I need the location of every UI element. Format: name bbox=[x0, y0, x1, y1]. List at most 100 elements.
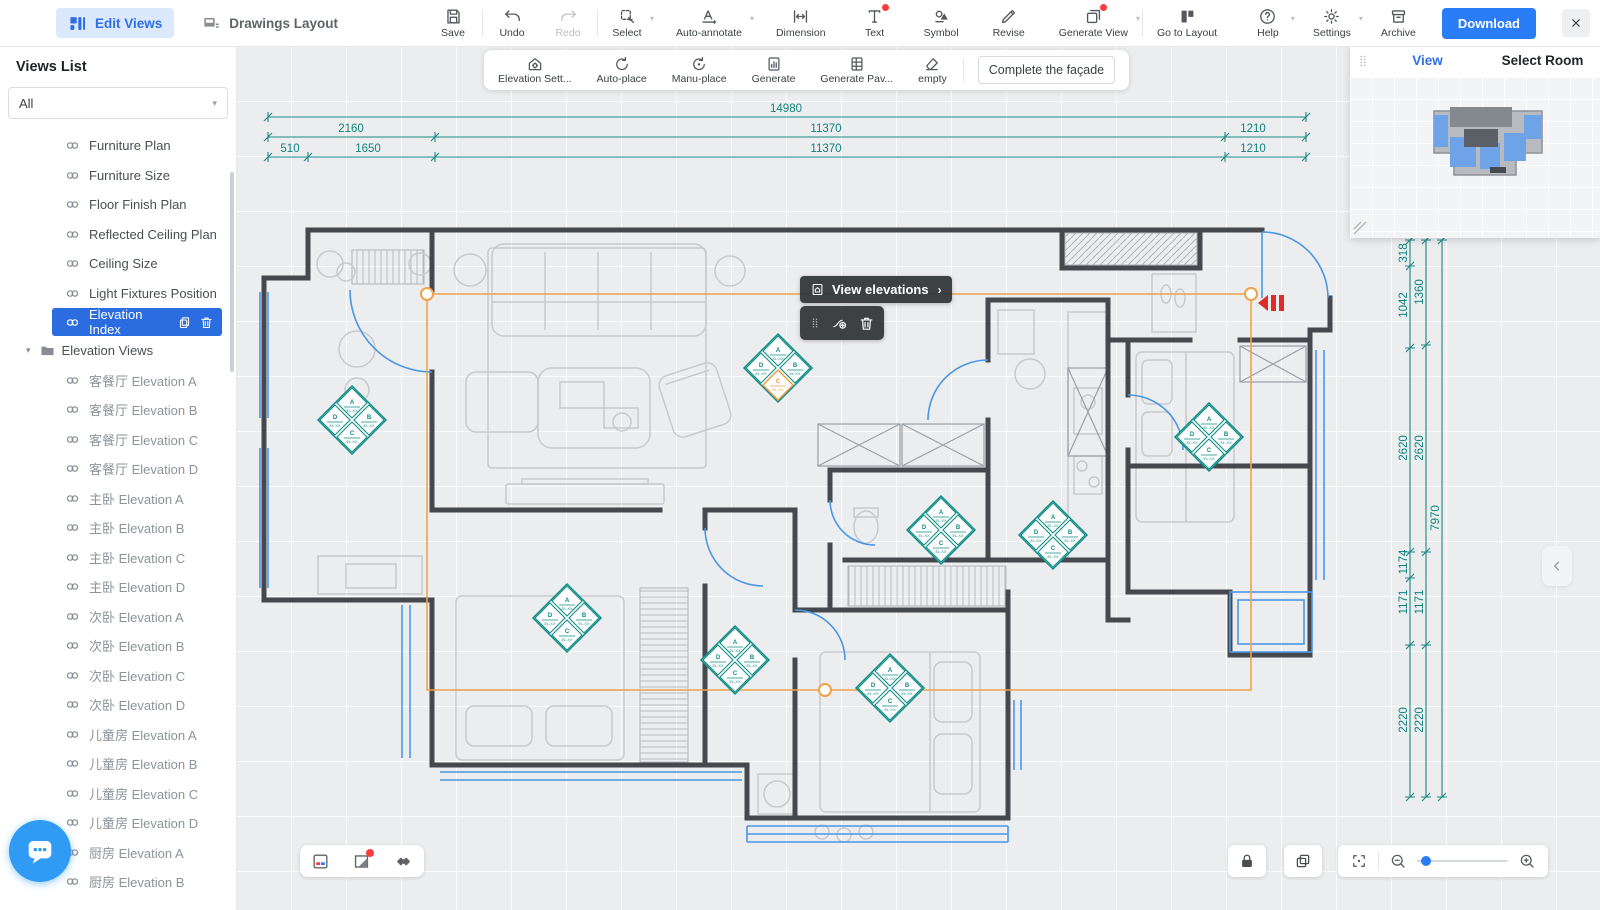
elevation-index-button[interactable]: Elevation Index bbox=[52, 308, 222, 336]
help-button[interactable]: ▾ Help bbox=[1253, 7, 1283, 39]
legend-image-icon[interactable] bbox=[311, 852, 330, 871]
redo-button[interactable]: Redo bbox=[553, 7, 583, 39]
zoom-slider[interactable] bbox=[1417, 860, 1508, 862]
chevron-down-icon: ▾ bbox=[212, 98, 217, 109]
node-tool-icon[interactable] bbox=[394, 852, 413, 871]
elevation-a-button[interactable]: 主卧 Elevation A bbox=[0, 484, 236, 514]
elevation-d-button[interactable]: 次卧 Elevation D bbox=[0, 690, 236, 720]
link-icon bbox=[64, 372, 81, 389]
link-icon bbox=[64, 137, 81, 154]
download-button[interactable]: Download bbox=[1442, 8, 1536, 39]
edit-views-button[interactable]: Edit Views bbox=[56, 8, 174, 38]
settings-button[interactable]: ▾ Settings bbox=[1313, 7, 1351, 39]
archive-button[interactable]: Archive bbox=[1381, 7, 1416, 39]
elevation-d-button[interactable]: 客餐厅 Elevation D bbox=[0, 454, 236, 484]
elevation-b-button[interactable]: 客餐厅 Elevation B bbox=[0, 395, 236, 425]
elevation-a-button[interactable]: 次卧 Elevation A bbox=[0, 602, 236, 632]
duplicate-button[interactable] bbox=[1284, 845, 1322, 877]
link-icon bbox=[64, 226, 81, 243]
furniture-plan-button[interactable]: Furniture Plan bbox=[0, 131, 236, 161]
link-icon bbox=[64, 196, 81, 213]
divider bbox=[1378, 852, 1379, 870]
chat-support-button[interactable] bbox=[9, 820, 71, 882]
drawings-layout-button[interactable]: Drawings Layout bbox=[190, 8, 350, 38]
symbol-button[interactable]: Symbol bbox=[924, 7, 959, 39]
drag-handle-icon[interactable] bbox=[1356, 52, 1370, 70]
undo-icon bbox=[503, 7, 522, 26]
trash-icon[interactable] bbox=[858, 315, 875, 332]
elevation-d-button[interactable]: 主卧 Elevation D bbox=[0, 572, 236, 602]
link-icon bbox=[64, 285, 81, 302]
zoom-slider-knob[interactable] bbox=[1421, 856, 1431, 866]
auto-place-button[interactable]: Auto-place bbox=[597, 55, 647, 85]
view-button[interactable]: View bbox=[1370, 45, 1485, 77]
furniture-size-button[interactable]: Furniture Size bbox=[0, 161, 236, 191]
elevation-views-button[interactable]: ▾ Elevation Views bbox=[0, 336, 236, 366]
views-filter-select[interactable]: All ▾ bbox=[8, 87, 228, 119]
elevation-a-button[interactable]: 客餐厅 Elevation A bbox=[0, 366, 236, 396]
elevation-sett-button[interactable]: Elevation Sett... bbox=[498, 55, 572, 85]
manu-place-button[interactable]: Manu-place bbox=[672, 55, 727, 85]
help-icon bbox=[1258, 7, 1277, 26]
elevation-a-button[interactable]: 儿童房 Elevation A bbox=[0, 720, 236, 750]
copy-icon[interactable] bbox=[177, 315, 192, 330]
elevation-c-button[interactable]: 儿童房 Elevation C bbox=[0, 779, 236, 809]
view-elevations-button[interactable]: View elevations › bbox=[800, 276, 952, 303]
generate-view-button[interactable]: ▾ Generate View bbox=[1059, 7, 1128, 39]
elevation-doc-icon bbox=[810, 282, 825, 297]
empty-button[interactable]: empty bbox=[918, 55, 947, 85]
mode-tabs: Edit Views Drawings Layout bbox=[56, 8, 350, 38]
drag-handle-icon[interactable] bbox=[809, 315, 821, 331]
floor-finish-plan-button[interactable]: Floor Finish Plan bbox=[0, 190, 236, 220]
close-button[interactable] bbox=[1562, 9, 1590, 37]
minimap-view[interactable] bbox=[1350, 77, 1600, 238]
drawings-layout-icon bbox=[202, 14, 221, 33]
lock-button[interactable] bbox=[1228, 845, 1266, 877]
undo-button[interactable]: Undo bbox=[497, 7, 527, 39]
text-button[interactable]: Text bbox=[860, 7, 890, 39]
generate-pav-button[interactable]: Generate Pav... bbox=[820, 55, 893, 85]
zoom-out-icon[interactable] bbox=[1389, 852, 1407, 870]
fit-view-icon[interactable] bbox=[1350, 852, 1368, 870]
select-room-button[interactable]: Select Room bbox=[1485, 45, 1600, 77]
trash-icon[interactable] bbox=[199, 315, 214, 330]
elevation-b-button[interactable]: 主卧 Elevation B bbox=[0, 513, 236, 543]
revise-button[interactable]: Revise bbox=[993, 7, 1025, 39]
sidebar-scrollbar[interactable] bbox=[230, 172, 234, 372]
select-button[interactable]: ▾ Select bbox=[612, 7, 642, 39]
dimension-button[interactable]: Dimension bbox=[776, 7, 826, 39]
add-node-icon[interactable] bbox=[831, 315, 848, 332]
auto-annotate-button[interactable]: ▾ Auto-annotate bbox=[676, 7, 742, 39]
generate-icon bbox=[765, 55, 783, 73]
link-icon bbox=[64, 873, 81, 890]
elevation-b-button[interactable]: 儿童房 Elevation B bbox=[0, 749, 236, 779]
elevation-c-button[interactable]: 主卧 Elevation C bbox=[0, 543, 236, 573]
elevation-c-button[interactable]: 次卧 Elevation C bbox=[0, 661, 236, 691]
chevron-down-icon: ▾ bbox=[650, 14, 654, 23]
text-icon bbox=[865, 7, 884, 26]
resize-handle-icon[interactable] bbox=[1353, 221, 1367, 235]
divider bbox=[482, 10, 483, 36]
complete-facade-button[interactable]: Complete the façade bbox=[978, 56, 1115, 84]
generate-paving-icon bbox=[848, 55, 866, 73]
light-fixtures-position-button[interactable]: Light Fixtures Position bbox=[0, 279, 236, 309]
save-button[interactable]: Save bbox=[438, 7, 468, 39]
generate-button[interactable]: Generate bbox=[752, 55, 796, 85]
link-icon bbox=[64, 755, 81, 772]
chevron-down-icon: ▾ bbox=[1359, 14, 1363, 23]
link-icon bbox=[64, 431, 81, 448]
ceiling-size-button[interactable]: Ceiling Size bbox=[0, 249, 236, 279]
material-button[interactable] bbox=[352, 852, 371, 871]
elevation-b-button[interactable]: 次卧 Elevation B bbox=[0, 631, 236, 661]
go-to-layout-button[interactable]: Go to Layout bbox=[1157, 7, 1217, 39]
view-elevations-label: View elevations bbox=[832, 282, 929, 297]
collapse-panel-button[interactable] bbox=[1542, 546, 1572, 586]
caret-down-icon[interactable]: ▾ bbox=[26, 345, 31, 356]
elevation-c-button[interactable]: 客餐厅 Elevation C bbox=[0, 425, 236, 455]
reflected-ceiling-plan-button[interactable]: Reflected Ceiling Plan bbox=[0, 220, 236, 250]
zoom-in-icon[interactable] bbox=[1518, 852, 1536, 870]
duplicate-icon bbox=[1294, 852, 1312, 870]
link-icon bbox=[64, 460, 81, 477]
link-icon bbox=[64, 608, 81, 625]
views-sidebar: Views List All ▾ Furniture Plan Furnitur… bbox=[0, 46, 237, 910]
